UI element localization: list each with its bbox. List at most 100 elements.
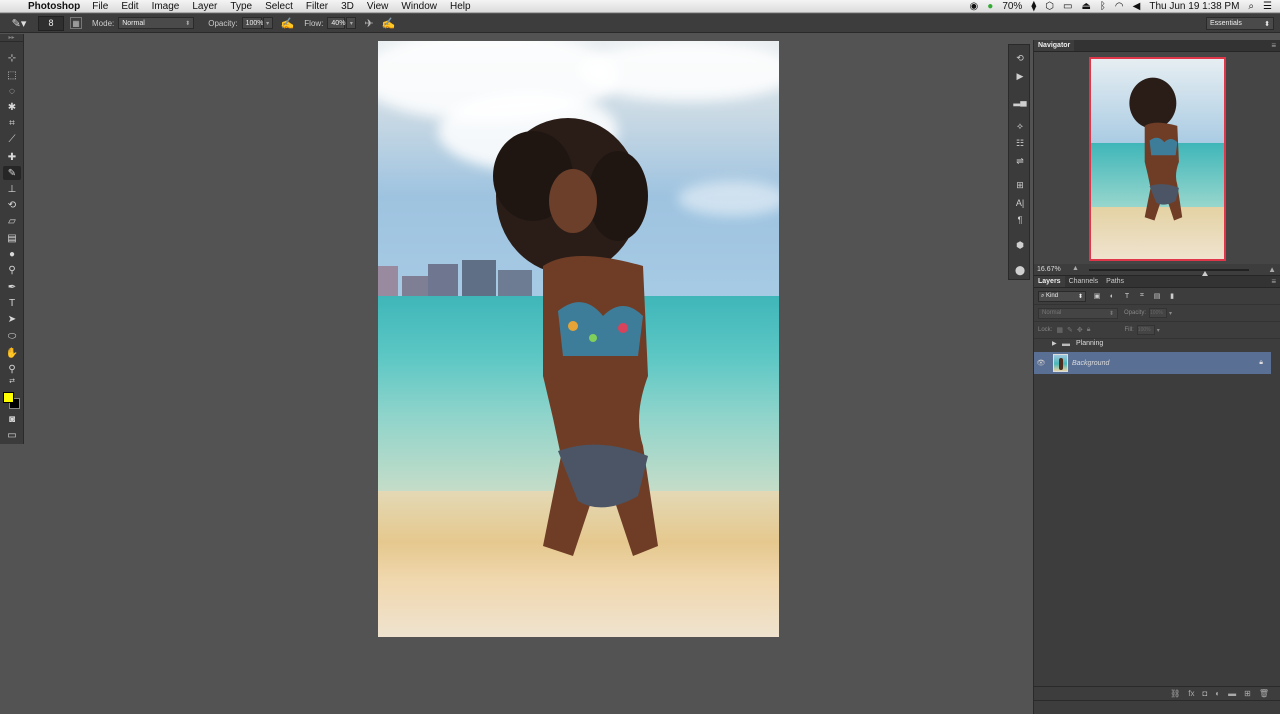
expand-arrow-icon[interactable]: ▶ [1052, 340, 1060, 347]
add-mask-icon[interactable]: ◘ [1202, 689, 1207, 698]
lock-position-icon[interactable]: ✥ [1077, 326, 1083, 334]
clone-stamp-tool-icon[interactable]: ⊥ [3, 182, 21, 196]
crop-tool-icon[interactable]: ⌗ [3, 116, 21, 130]
lasso-tool-icon[interactable]: ◌ [3, 84, 21, 98]
zoom-tool-icon[interactable]: ⚲ [3, 362, 21, 376]
evernote-icon[interactable]: ● [987, 1, 993, 12]
fill-field[interactable]: 100% [1136, 325, 1155, 335]
record-icon[interactable]: ◉ [970, 1, 979, 12]
screen-mode-icon[interactable]: ▭ [3, 428, 21, 442]
panel-menu-icon[interactable]: ≡ [1271, 41, 1276, 50]
zoom-out-icon[interactable]: ▲ [1072, 265, 1079, 272]
airplay-icon[interactable]: ▭ [1063, 1, 1072, 12]
layer-name[interactable]: Background [1072, 360, 1109, 367]
app-menu[interactable]: Photoshop [28, 1, 80, 12]
eject-icon[interactable]: ⏏ [1081, 1, 1090, 12]
menu-file[interactable]: File [92, 1, 108, 12]
ellipse-tool-icon[interactable]: ⬭ [3, 329, 21, 343]
bluetooth-icon[interactable]: ᛒ [1100, 1, 1106, 12]
hand-tool-icon[interactable]: ✋ [3, 346, 21, 360]
new-layer-icon[interactable]: ⊞ [1244, 689, 1251, 698]
histogram-panel-icon[interactable]: ▂▄ [1012, 94, 1028, 108]
layer-name[interactable]: Planning [1076, 340, 1103, 347]
tab-channels[interactable]: Channels [1065, 276, 1103, 287]
navigator-zoom-value[interactable]: 16.67% [1037, 266, 1061, 273]
link-layers-icon[interactable]: ⛓ [1170, 689, 1180, 698]
brush-panel-toggle-icon[interactable]: ▦ [70, 17, 82, 29]
healing-brush-tool-icon[interactable]: ✚ [3, 150, 21, 164]
battery-percent[interactable]: 70% [1002, 1, 1022, 12]
eraser-tool-icon[interactable]: ▱ [3, 214, 21, 228]
blur-tool-icon[interactable]: ● [3, 247, 21, 261]
tab-layers[interactable]: Layers [1034, 276, 1065, 287]
shape-filter-icon[interactable]: ⌗ [1137, 291, 1147, 301]
menu-window[interactable]: Window [401, 1, 437, 12]
filter-toggle-icon[interactable]: ▮ [1167, 291, 1177, 301]
spotlight-search-icon[interactable]: ⌕ [1248, 1, 1254, 12]
type-tool-icon[interactable]: T [3, 296, 21, 310]
opacity-field[interactable]: 100% [241, 17, 263, 29]
flow-slider-button[interactable]: ▾ [346, 17, 357, 29]
menu-type[interactable]: Type [230, 1, 252, 12]
clock[interactable]: Thu Jun 19 1:38 PM [1149, 1, 1239, 12]
menu-edit[interactable]: Edit [121, 1, 138, 12]
notification-center-icon[interactable]: ☰ [1263, 1, 1272, 12]
brush-presets-panel-icon[interactable]: ⇌ [1012, 154, 1028, 168]
actions-panel-icon[interactable]: ▶ [1012, 69, 1028, 83]
path-selection-tool-icon[interactable]: ➤ [3, 312, 21, 326]
opacity-slider-button[interactable]: ▾ [1169, 310, 1172, 317]
menu-image[interactable]: Image [152, 1, 180, 12]
new-adjustment-layer-icon[interactable]: ◐ [1215, 689, 1220, 698]
layer-kind-filter[interactable]: ⌕ Kind ⬍ [1038, 290, 1086, 302]
menu-view[interactable]: View [367, 1, 389, 12]
lock-transparent-icon[interactable]: ▦ [1056, 326, 1063, 334]
brush-tool-icon[interactable]: ✎ [3, 166, 21, 180]
layer-style-icon[interactable]: fx [1188, 689, 1194, 698]
layer-row-planning[interactable]: ▶ ▬ Planning [1034, 336, 1271, 350]
wifi-icon[interactable]: ◠ [1115, 1, 1124, 12]
pixel-filter-icon[interactable]: ▣ [1092, 291, 1102, 301]
tab-navigator[interactable]: Navigator [1034, 40, 1075, 51]
type-filter-icon[interactable]: T [1122, 291, 1132, 301]
workspace-switcher[interactable]: Essentials ⬍ [1206, 17, 1274, 30]
menu-filter[interactable]: Filter [306, 1, 328, 12]
quick-mask-icon[interactable]: ◙ [3, 412, 21, 426]
menu-help[interactable]: Help [450, 1, 471, 12]
pen-tool-icon[interactable]: ✒ [3, 280, 21, 294]
history-panel-icon[interactable]: ⟲ [1012, 51, 1028, 65]
zoom-in-icon[interactable]: ▲ [1268, 265, 1276, 274]
move-tool-icon[interactable]: ⊹ [3, 51, 21, 65]
mode-dropdown[interactable]: Normal ⬍ [118, 17, 195, 29]
visibility-toggle[interactable] [1034, 336, 1048, 350]
history-brush-tool-icon[interactable]: ⟲ [3, 198, 21, 212]
panel-menu-icon[interactable]: ≡ [1271, 277, 1276, 286]
adjustments-panel-icon[interactable]: ⟡ [1012, 119, 1028, 133]
brush-tool-preset-icon[interactable]: ✎▾ [0, 17, 38, 30]
clone-source-panel-icon[interactable]: ⬤ [1012, 263, 1028, 277]
new-group-icon[interactable]: ▬ [1228, 689, 1236, 698]
sync-icon[interactable]: ⬡ [1045, 1, 1054, 12]
layer-row-background[interactable]: 👁︎ Background 🔒︎ [1034, 352, 1271, 374]
foreground-color-swatch[interactable] [3, 392, 14, 403]
blend-mode-dropdown[interactable]: Normal ⬍ [1038, 307, 1118, 319]
menu-layer[interactable]: Layer [192, 1, 217, 12]
eye-icon[interactable]: 👁︎ [1034, 352, 1048, 374]
eyedropper-tool-icon[interactable]: ⟋ [3, 132, 21, 146]
brush-preset-picker[interactable]: 8 [38, 15, 64, 31]
styles-panel-icon[interactable]: ⊞ [1012, 178, 1028, 192]
volume-icon[interactable]: ◀ [1133, 1, 1141, 12]
menu-3d[interactable]: 3D [341, 1, 354, 12]
properties-panel-icon[interactable]: ☷ [1012, 136, 1028, 150]
smart-object-filter-icon[interactable]: ▤ [1152, 291, 1162, 301]
document-canvas[interactable] [378, 41, 779, 637]
delete-layer-icon[interactable]: 🗑︎ [1259, 689, 1269, 698]
paragraph-panel-icon[interactable]: ¶ [1012, 213, 1028, 227]
3d-panel-icon[interactable]: ⬢ [1012, 238, 1028, 252]
navigator-view-box[interactable] [1089, 57, 1226, 261]
magic-wand-tool-icon[interactable]: ✱ [3, 100, 21, 114]
flow-field[interactable]: 40% [327, 17, 345, 29]
layer-opacity-field[interactable]: 100% [1149, 308, 1168, 318]
dodge-tool-icon[interactable]: ⚲ [3, 263, 21, 277]
marquee-tool-icon[interactable]: ⬚ [3, 68, 21, 82]
airbrush-icon[interactable]: ✈ [364, 17, 373, 30]
